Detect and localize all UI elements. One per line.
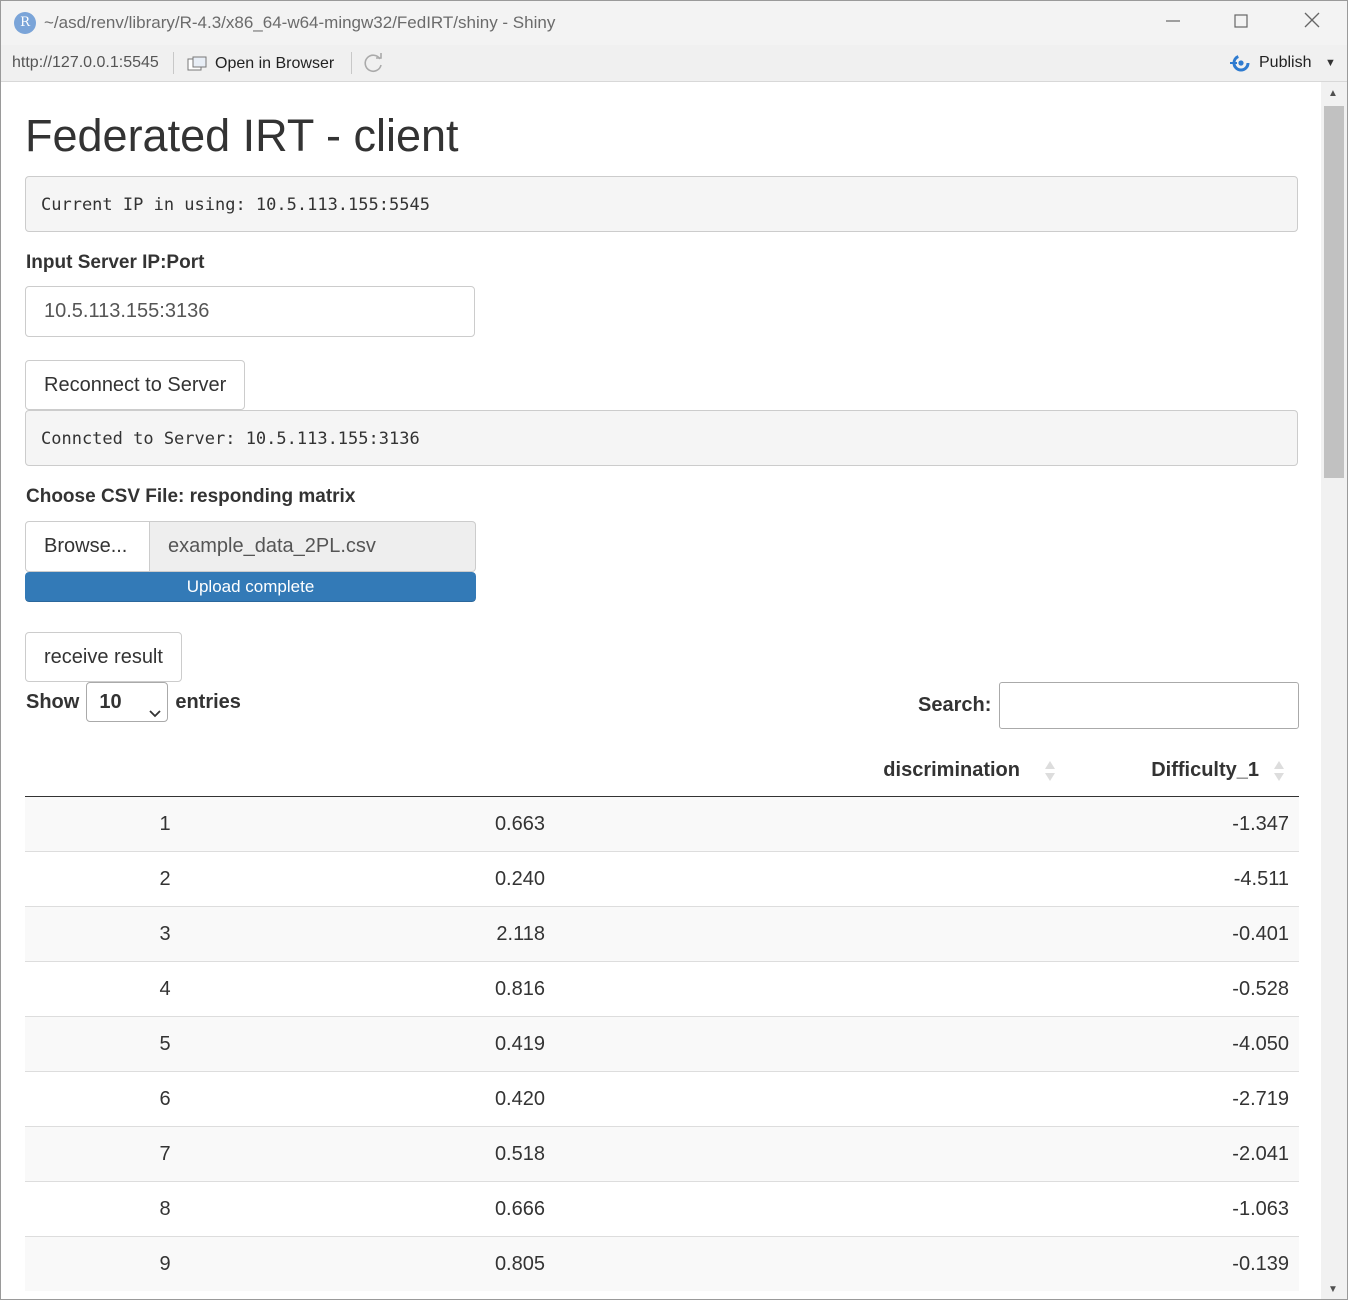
upload-progress-bar: Upload complete <box>25 572 476 602</box>
column-header-discrimination[interactable]: discrimination <box>305 745 1070 797</box>
row-index-cell: 9 <box>25 1236 305 1291</box>
column-header-difficulty[interactable]: Difficulty_1 <box>1070 745 1299 797</box>
entries-label: entries <box>175 690 241 713</box>
discrimination-cell: 0.805 <box>305 1236 1070 1291</box>
row-index-cell: 4 <box>25 961 305 1017</box>
r-logo-icon: R <box>14 12 36 34</box>
open-in-browser-button[interactable]: Open in Browser <box>187 53 334 75</box>
discrimination-cell: 0.420 <box>305 1071 1070 1127</box>
reconnect-button[interactable]: Reconnect to Server <box>25 360 246 410</box>
table-row[interactable]: 3 2.118 -0.401 <box>25 906 1299 962</box>
difficulty-cell: -1.063 <box>1070 1181 1299 1237</box>
entries-length-control: Show 10 entries <box>26 682 241 722</box>
row-index-cell: 2 <box>25 851 305 907</box>
chevron-down-icon <box>149 695 161 718</box>
toolbar-divider <box>351 52 352 74</box>
difficulty-cell: -4.511 <box>1070 851 1299 907</box>
minimize-icon[interactable] <box>1151 9 1195 37</box>
discrimination-cell: 2.118 <box>305 906 1070 962</box>
table-row[interactable]: 1 0.663 -1.347 <box>25 796 1299 852</box>
publish-icon <box>1229 53 1253 73</box>
table-row[interactable]: 6 0.420 -2.719 <box>25 1071 1299 1127</box>
row-index-cell: 6 <box>25 1071 305 1127</box>
title-bar: R ~/asd/renv/library/R-4.3/x86_64-w64-mi… <box>1 1 1347 45</box>
difficulty-cell: -2.719 <box>1070 1071 1299 1127</box>
maximize-icon[interactable] <box>1219 9 1263 37</box>
table-row[interactable]: 2 0.240 -4.511 <box>25 851 1299 907</box>
difficulty-cell: -0.528 <box>1070 961 1299 1017</box>
results-table: discrimination Difficulty_1 1 0.663 -1.347… <box>25 745 1299 1291</box>
show-label: Show <box>26 690 80 713</box>
discrimination-cell: 0.816 <box>305 961 1070 1017</box>
current-ip-output: Current IP in using: 10.5.113.155:5545 <box>25 176 1298 232</box>
discrimination-cell: 0.518 <box>305 1126 1070 1182</box>
publish-dropdown-icon[interactable]: ▼ <box>1325 57 1336 69</box>
connection-status-output: Conncted to Server: 10.5.113.155:3136 <box>25 410 1298 466</box>
close-icon[interactable] <box>1290 9 1334 37</box>
table-row[interactable]: 4 0.816 -0.528 <box>25 961 1299 1017</box>
entries-select[interactable]: 10 <box>86 682 169 722</box>
csv-file-label: Choose CSV File: responding matrix <box>26 486 356 507</box>
vertical-scrollbar[interactable]: ▲ ▼ <box>1321 82 1347 1299</box>
column-header-label: discrimination <box>883 759 1020 781</box>
receive-result-button[interactable]: receive result <box>25 632 182 682</box>
upload-status-text: Upload complete <box>186 577 315 596</box>
difficulty-cell: -2.041 <box>1070 1126 1299 1182</box>
discrimination-cell: 0.666 <box>305 1181 1070 1237</box>
viewer-toolbar: http://127.0.0.1:5545 Open in Browser Pu… <box>1 45 1347 82</box>
app-content: Federated IRT - client Current IP in usi… <box>1 82 1321 1299</box>
open-browser-icon <box>187 56 207 72</box>
table-header-row: discrimination Difficulty_1 <box>25 745 1299 797</box>
table-row[interactable]: 5 0.419 -4.050 <box>25 1016 1299 1072</box>
row-index-cell: 3 <box>25 906 305 962</box>
sort-icon <box>1044 759 1056 783</box>
scroll-down-icon[interactable]: ▼ <box>1328 1284 1338 1295</box>
difficulty-cell: -4.050 <box>1070 1016 1299 1072</box>
column-header-label: Difficulty_1 <box>1151 759 1259 781</box>
table-row[interactable]: 7 0.518 -2.041 <box>25 1126 1299 1182</box>
column-header-index <box>25 745 305 797</box>
open-in-browser-label: Open in Browser <box>215 55 335 72</box>
publish-label: Publish <box>1259 54 1312 71</box>
server-input-label: Input Server IP:Port <box>26 252 205 273</box>
row-index-cell: 8 <box>25 1181 305 1237</box>
sort-icon <box>1273 759 1285 783</box>
page-title: Federated IRT - client <box>25 110 459 161</box>
browse-button[interactable]: Browse... <box>25 521 150 572</box>
entries-select-value: 10 <box>99 691 122 713</box>
row-index-cell: 7 <box>25 1126 305 1182</box>
table-row[interactable]: 9 0.805 -0.139 <box>25 1236 1299 1291</box>
url-text: http://127.0.0.1:5545 <box>12 54 159 71</box>
scroll-up-icon[interactable]: ▲ <box>1328 88 1338 99</box>
toolbar-divider <box>173 52 174 74</box>
server-ip-input[interactable]: 10.5.113.155:3136 <box>25 286 475 337</box>
table-search-input[interactable] <box>999 682 1299 729</box>
difficulty-cell: -1.347 <box>1070 796 1299 852</box>
refresh-icon[interactable] <box>363 52 385 74</box>
publish-button[interactable]: Publish <box>1229 53 1311 73</box>
row-index-cell: 5 <box>25 1016 305 1072</box>
row-index-cell: 1 <box>25 796 305 852</box>
difficulty-cell: -0.401 <box>1070 906 1299 962</box>
table-row[interactable]: 8 0.666 -1.063 <box>25 1181 1299 1237</box>
discrimination-cell: 0.419 <box>305 1016 1070 1072</box>
discrimination-cell: 0.663 <box>305 796 1070 852</box>
file-name-field: example_data_2PL.csv <box>150 521 476 572</box>
difficulty-cell: -0.139 <box>1070 1236 1299 1291</box>
discrimination-cell: 0.240 <box>305 851 1070 907</box>
shiny-window: R ~/asd/renv/library/R-4.3/x86_64-w64-mi… <box>0 0 1348 1300</box>
search-label: Search: <box>918 694 992 716</box>
scrollbar-thumb[interactable] <box>1324 106 1344 478</box>
window-title: ~/asd/renv/library/R-4.3/x86_64-w64-ming… <box>44 13 556 32</box>
file-input: Browse... example_data_2PL.csv <box>25 521 476 572</box>
